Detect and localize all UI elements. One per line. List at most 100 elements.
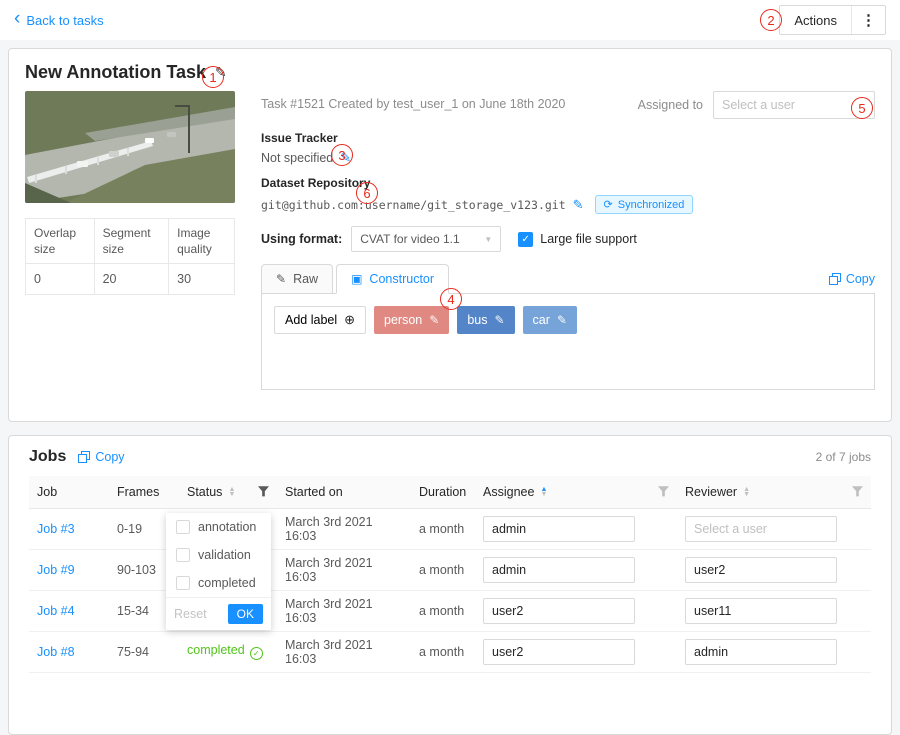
param-header: Segment size	[94, 219, 169, 264]
column-header-assignee[interactable]: Assignee ▲▼	[475, 476, 677, 508]
job-row: Job #3 0-19 March 3rd 2021 16:03 a month	[29, 508, 871, 549]
checkbox-unchecked-icon[interactable]	[176, 520, 190, 534]
column-header-duration[interactable]: Duration	[411, 476, 475, 508]
constructor-icon: ▣	[351, 272, 362, 286]
label-chip-car[interactable]: car ✎	[523, 306, 577, 334]
copy-labels-link[interactable]: Copy	[829, 272, 875, 293]
reviewer-filter-icon[interactable]	[852, 486, 863, 497]
filter-ok-button[interactable]: OK	[228, 604, 263, 624]
param-value-segment: 20	[94, 264, 169, 295]
jobs-table: Job Frames Status ▲▼ Started on Duration	[29, 476, 871, 673]
sync-badge-label: Synchronized	[618, 199, 685, 211]
using-format-label: Using format:	[261, 232, 342, 246]
task-title: New Annotation Task	[25, 62, 206, 83]
issue-tracker-value: Not specified	[261, 151, 333, 165]
tab-constructor[interactable]: ▣ Constructor	[336, 264, 449, 294]
job-started: March 3rd 2021 16:03	[277, 631, 411, 672]
filter-option-annotation[interactable]: annotation	[166, 513, 271, 541]
dataset-repository-label: Dataset Repository	[261, 176, 875, 190]
job-started: March 3rd 2021 16:03	[277, 549, 411, 590]
large-file-support-label: Large file support	[540, 232, 637, 246]
more-vertical-icon[interactable]: ⋮	[852, 6, 885, 34]
format-select-value: CVAT for video 1.1	[360, 232, 459, 246]
job-duration: a month	[411, 549, 475, 590]
jobs-title: Jobs	[29, 448, 66, 466]
tab-raw[interactable]: ✎ Raw	[261, 264, 333, 294]
job-status: completed	[187, 643, 245, 657]
column-header-started[interactable]: Started on	[277, 476, 411, 508]
task-details-card: New Annotation Task ✎	[8, 48, 892, 422]
checkbox-unchecked-icon[interactable]	[176, 576, 190, 590]
column-header-status[interactable]: Status ▲▼	[179, 476, 277, 508]
column-header-frames[interactable]: Frames	[109, 476, 179, 508]
filter-option-label: completed	[198, 576, 256, 590]
filter-option-validation[interactable]: validation	[166, 541, 271, 569]
column-header-job[interactable]: Job	[29, 476, 109, 508]
sort-icon[interactable]: ▲▼	[228, 487, 235, 497]
task-params-table: Overlap size Segment size Image quality …	[25, 218, 235, 295]
pencil-icon: ✎	[276, 272, 286, 286]
edit-label-icon[interactable]: ✎	[557, 313, 567, 327]
chevron-down-icon: ▼	[484, 235, 492, 244]
param-header: Overlap size	[26, 219, 95, 264]
copy-jobs-link[interactable]: Copy	[78, 450, 124, 464]
status-filter-icon[interactable]	[258, 486, 269, 497]
large-file-support-checkbox[interactable]: ✓ Large file support	[518, 232, 637, 247]
param-value-quality: 30	[169, 264, 235, 295]
job-link[interactable]: Job #9	[37, 563, 75, 577]
filter-reset-button[interactable]: Reset	[174, 607, 207, 621]
job-assignee-input[interactable]	[483, 639, 635, 665]
synchronized-badge[interactable]: ⟳ Synchronized	[595, 195, 694, 214]
job-assignee-input[interactable]	[483, 516, 635, 542]
filter-option-completed[interactable]: completed	[166, 569, 271, 597]
param-header: Image quality	[169, 219, 235, 264]
job-duration: a month	[411, 508, 475, 549]
checkbox-unchecked-icon[interactable]	[176, 548, 190, 562]
format-select[interactable]: CVAT for video 1.1 ▼	[351, 226, 501, 252]
job-started: March 3rd 2021 16:03	[277, 590, 411, 631]
job-reviewer-input[interactable]	[685, 598, 837, 624]
add-label-text: Add label	[285, 313, 337, 327]
filter-option-label: validation	[198, 548, 251, 562]
annotation-step-6: 6	[356, 182, 378, 204]
annotation-step-4: 4	[440, 288, 462, 310]
job-link[interactable]: Job #8	[37, 645, 75, 659]
label-chip-person[interactable]: person ✎	[374, 306, 449, 334]
back-to-tasks-link[interactable]: ‹ Back to tasks	[14, 12, 104, 28]
edit-label-icon[interactable]: ✎	[494, 313, 504, 327]
labels-constructor-panel: Add label ⊕ person ✎ bus ✎ car ✎	[261, 294, 875, 390]
sort-icon[interactable]: ▲▼	[540, 487, 547, 497]
sort-icon[interactable]: ▲▼	[743, 487, 750, 497]
task-preview-image	[25, 91, 235, 203]
sync-icon: ⟳	[604, 198, 613, 211]
job-assignee-input[interactable]	[483, 598, 635, 624]
label-chip-bus[interactable]: bus ✎	[457, 306, 514, 334]
job-frames: 75-94	[109, 631, 179, 672]
job-reviewer-input[interactable]	[685, 639, 837, 665]
assignee-header-label: Assignee	[483, 485, 534, 499]
job-reviewer-input[interactable]	[685, 557, 837, 583]
annotation-step-1: 1	[202, 66, 224, 88]
job-started: March 3rd 2021 16:03	[277, 508, 411, 549]
job-row: Job #9 90-103 March 3rd 2021 16:03 a mon…	[29, 549, 871, 590]
job-link[interactable]: Job #3	[37, 522, 75, 536]
edit-label-icon[interactable]: ✎	[429, 313, 439, 327]
actions-label: Actions	[780, 6, 851, 34]
job-row: Job #4 15-34 March 3rd 2021 16:03 a mont…	[29, 590, 871, 631]
job-assignee-input[interactable]	[483, 557, 635, 583]
job-link[interactable]: Job #4	[37, 604, 75, 618]
add-label-button[interactable]: Add label ⊕	[274, 306, 366, 334]
edit-repository-icon[interactable]: ✎	[573, 197, 584, 213]
assigned-to-label: Assigned to	[638, 98, 703, 112]
task-meta: Task #1521 Created by test_user_1 on Jun…	[261, 91, 565, 111]
copy-icon	[829, 273, 841, 285]
labels-tabbar: ✎ Raw ▣ Constructor Copy	[261, 264, 875, 294]
assignee-filter-icon[interactable]	[658, 486, 669, 497]
job-reviewer-input[interactable]	[685, 516, 837, 542]
actions-button[interactable]: Actions ⋮	[779, 5, 886, 35]
dataset-repository-url: git@github.com:username/git_storage_v123…	[261, 198, 566, 212]
column-header-reviewer[interactable]: Reviewer ▲▼	[677, 476, 871, 508]
back-chevron-icon: ‹	[14, 9, 20, 28]
reviewer-header-label: Reviewer	[685, 485, 737, 499]
tab-raw-label: Raw	[293, 272, 318, 286]
